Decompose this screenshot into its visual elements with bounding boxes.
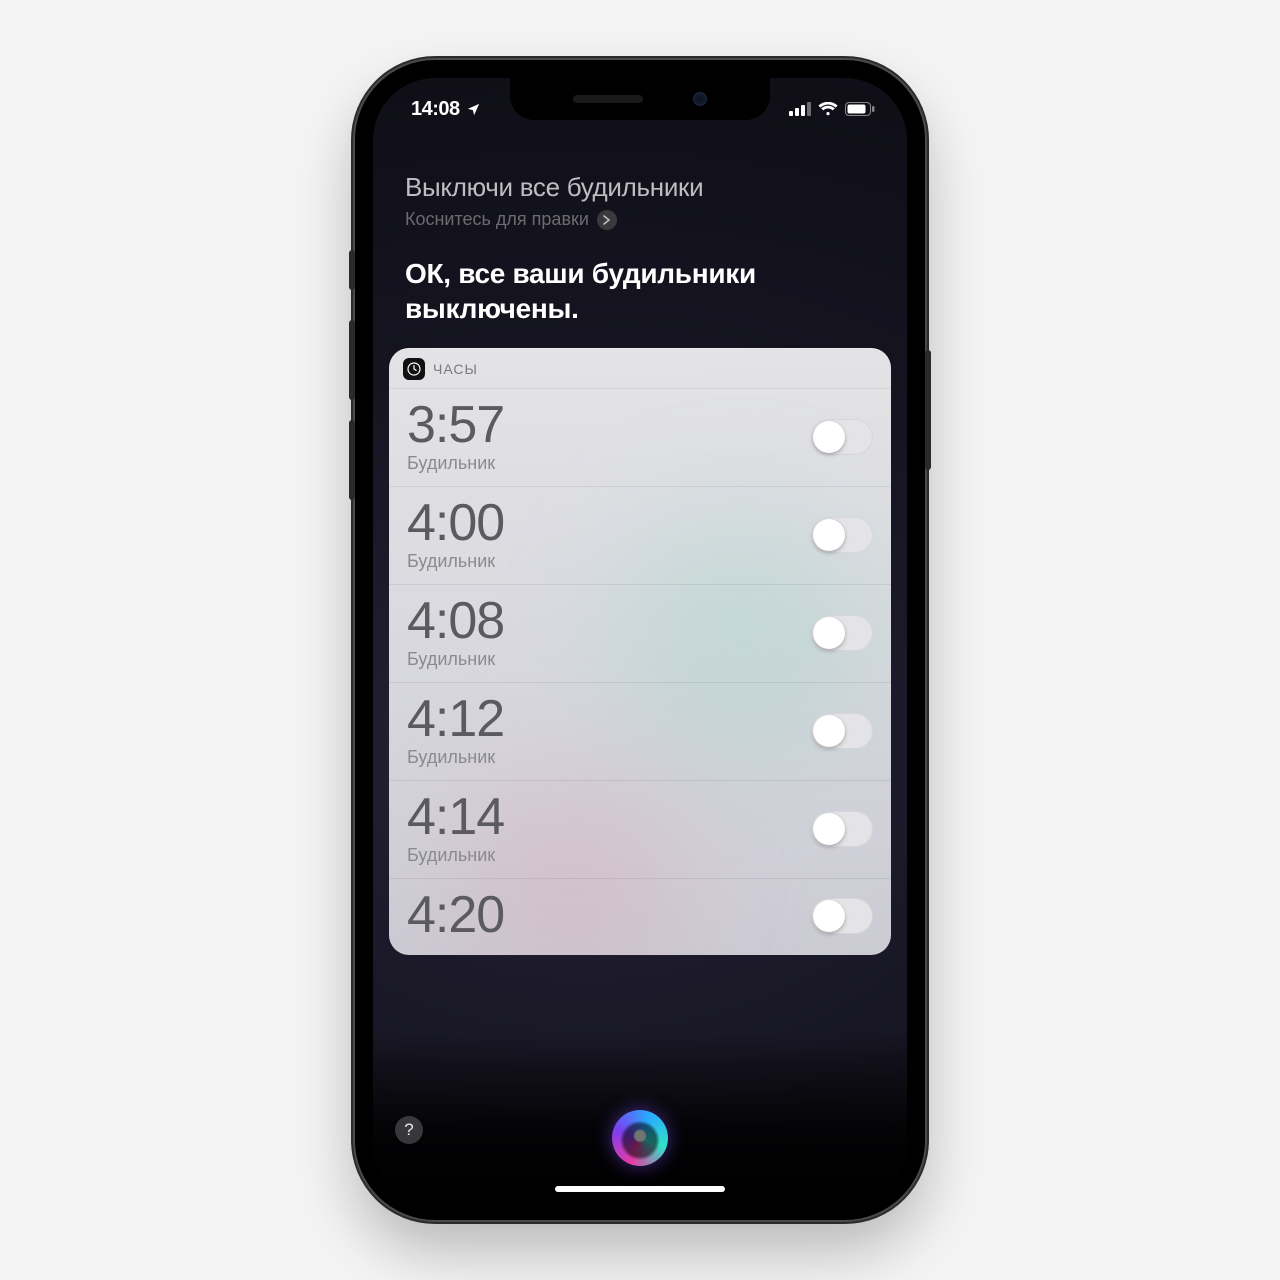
alarm-label: Будильник [407, 453, 504, 474]
screen: 14:08 [373, 78, 907, 1202]
alarm-time: 4:14 [407, 791, 504, 843]
siri-orb-button[interactable] [612, 1110, 668, 1166]
help-label: ? [404, 1120, 413, 1140]
alarm-label: Будильник [407, 747, 504, 768]
alarm-list: 3:57Будильник4:00Будильник4:08Будильник4… [389, 389, 891, 955]
alarm-label: Будильник [407, 845, 504, 866]
clock-card: ЧАСЫ 3:57Будильник4:00Будильник4:08Будил… [389, 348, 891, 955]
alarm-time: 4:00 [407, 497, 504, 549]
clock-app-icon [403, 358, 425, 380]
battery-icon [845, 102, 875, 116]
mute-switch[interactable] [349, 250, 355, 290]
alarm-info: 4:08Будильник [407, 595, 504, 670]
status-time: 14:08 [411, 98, 460, 121]
toggle-knob [813, 519, 845, 551]
alarm-row: 4:08Будильник [389, 585, 891, 683]
card-title: ЧАСЫ [433, 361, 478, 377]
alarm-toggle[interactable] [811, 811, 873, 847]
toggle-knob [813, 715, 845, 747]
alarm-time: 4:12 [407, 693, 504, 745]
alarm-info: 4:14Будильник [407, 791, 504, 866]
alarm-info: 4:00Будильник [407, 497, 504, 572]
alarm-row: 4:00Будильник [389, 487, 891, 585]
toggle-knob [813, 900, 845, 932]
chevron-right-icon [597, 210, 617, 230]
alarm-time: 4:08 [407, 595, 504, 647]
toggle-knob [813, 617, 845, 649]
front-camera [693, 92, 707, 106]
siri-user-query: Выключи все будильники [405, 172, 875, 203]
alarm-info: 4:20 [407, 889, 504, 943]
card-header: ЧАСЫ [389, 348, 891, 389]
alarm-row: 4:20 [389, 879, 891, 955]
phone-frame: 14:08 [355, 60, 925, 1220]
toggle-knob [813, 421, 845, 453]
wifi-icon [818, 102, 838, 116]
home-indicator[interactable] [555, 1186, 725, 1192]
alarm-toggle[interactable] [811, 713, 873, 749]
alarm-row: 3:57Будильник [389, 389, 891, 487]
alarm-info: 3:57Будильник [407, 399, 504, 474]
alarm-label: Будильник [407, 551, 504, 572]
alarm-toggle[interactable] [811, 419, 873, 455]
alarm-toggle[interactable] [811, 898, 873, 934]
alarm-toggle[interactable] [811, 615, 873, 651]
siri-help-button[interactable]: ? [395, 1116, 423, 1144]
alarm-label: Будильник [407, 649, 504, 670]
tap-to-edit-button[interactable]: Коснитесь для правки [405, 209, 617, 230]
earpiece-speaker [573, 95, 643, 103]
power-button[interactable] [925, 350, 931, 470]
alarm-toggle[interactable] [811, 517, 873, 553]
cellular-icon [789, 102, 811, 116]
status-right [789, 102, 875, 116]
alarm-row: 4:12Будильник [389, 683, 891, 781]
location-icon [466, 102, 481, 117]
siri-response: ОК, все ваши будильники выключены. [405, 256, 875, 326]
status-left: 14:08 [411, 98, 481, 121]
notch [510, 78, 770, 120]
volume-down-button[interactable] [349, 420, 355, 500]
tap-to-edit-label: Коснитесь для правки [405, 209, 589, 230]
alarm-info: 4:12Будильник [407, 693, 504, 768]
alarm-time: 3:57 [407, 399, 504, 451]
toggle-knob [813, 813, 845, 845]
alarm-row: 4:14Будильник [389, 781, 891, 879]
alarm-time: 4:20 [407, 889, 504, 941]
volume-up-button[interactable] [349, 320, 355, 400]
